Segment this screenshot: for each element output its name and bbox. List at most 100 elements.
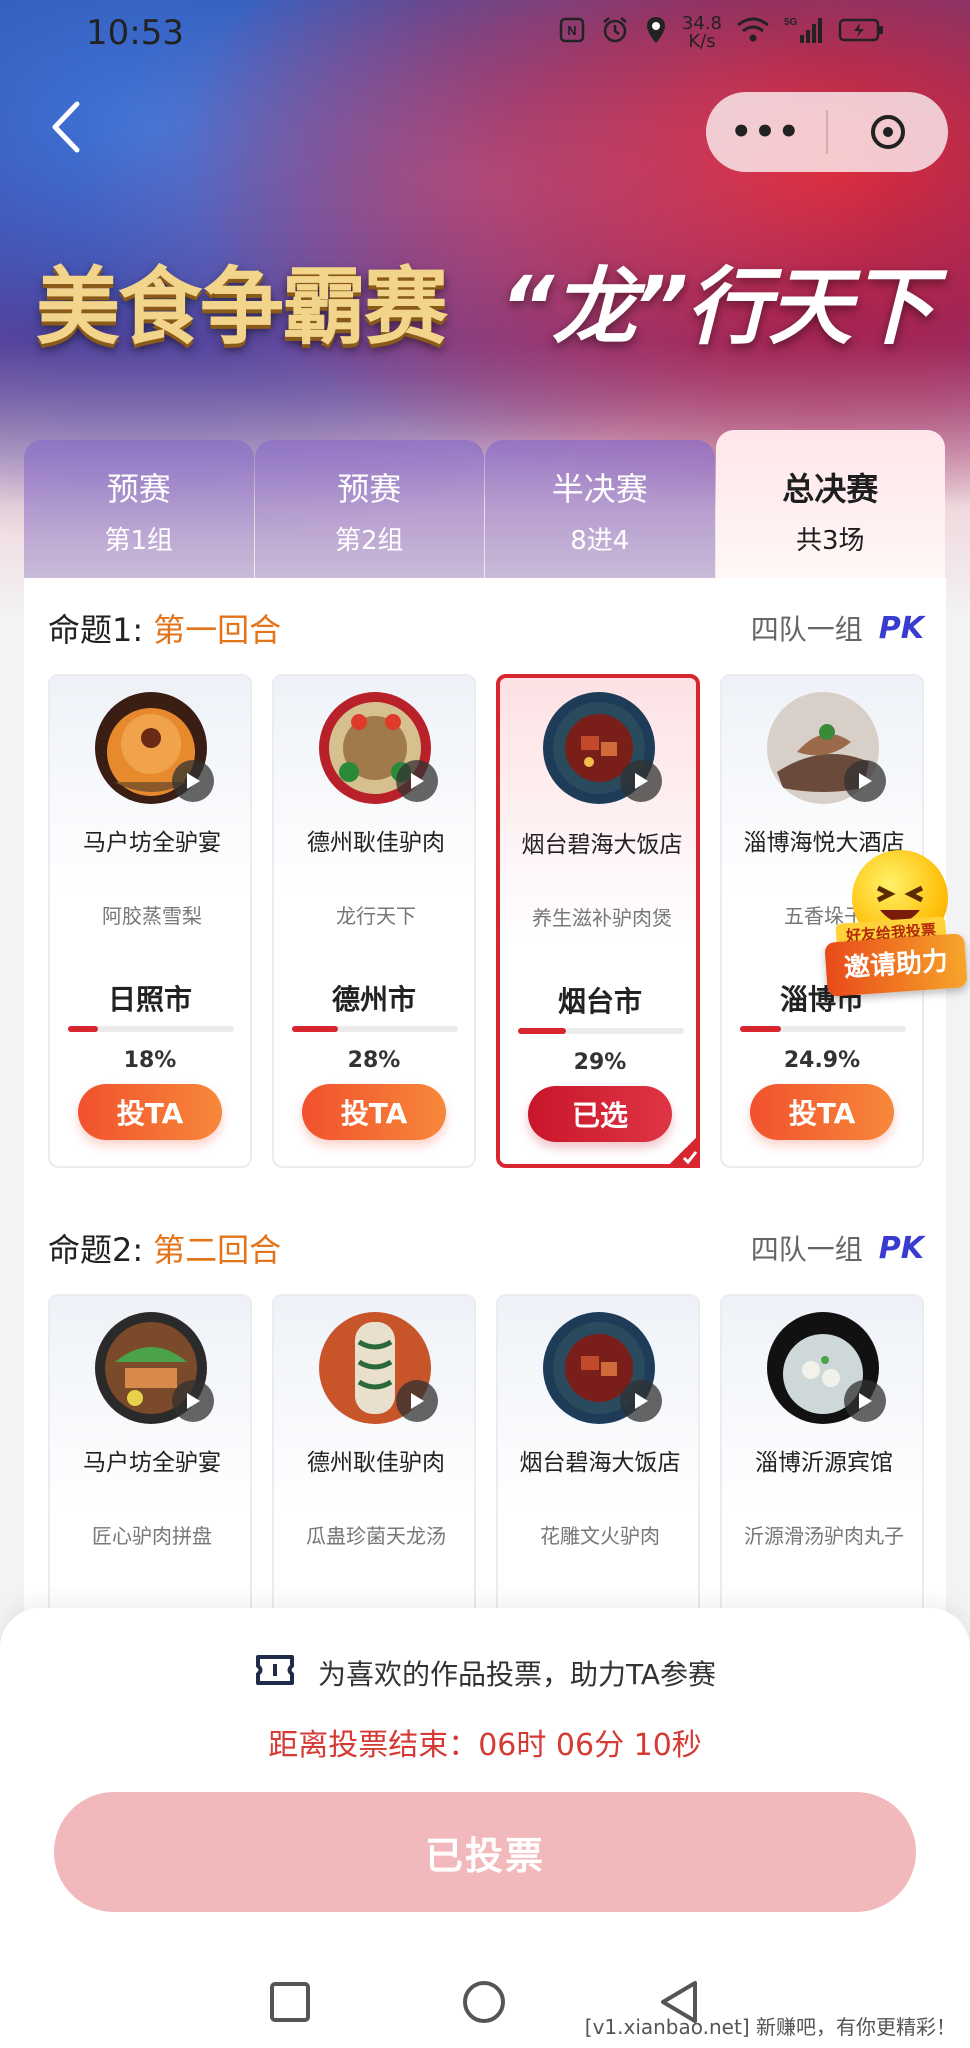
tab-sublabel: 8进4	[570, 526, 630, 556]
contestant-card[interactable]: 德州耿佳驴肉 龙行天下 德州市 28% 投TA	[272, 674, 476, 1168]
tab-label: 总决赛	[782, 470, 879, 508]
voted-button[interactable]: 已投票	[54, 1792, 916, 1912]
title-slogan: “龙”行天下	[500, 257, 934, 356]
contestant-card-selected[interactable]: 烟台碧海大饭店 养生滋补驴肉煲 烟台市 29% 已选	[496, 674, 700, 1168]
mini-program-capsule: •••	[706, 92, 948, 172]
play-icon[interactable]	[172, 760, 214, 802]
match-panel: 命题1: 第一回合 四队一组 PK 马户坊全驴宴 阿胶蒸雪梨 日照市 18% 投…	[24, 578, 946, 1788]
back-button[interactable]	[36, 92, 96, 162]
battery-icon	[838, 17, 884, 50]
speed-unit: K/s	[688, 31, 716, 52]
restaurant-name: 马户坊全驴宴	[83, 830, 221, 856]
restaurant-name: 淄博沂源宾馆	[755, 1450, 893, 1476]
vote-button[interactable]: 投TA	[302, 1084, 446, 1140]
vote-progress	[292, 1026, 458, 1032]
vote-progress-fill	[518, 1028, 567, 1034]
section-round: 第一回合	[153, 611, 282, 649]
city-name: 日照市	[107, 983, 192, 1016]
check-corner-icon	[666, 1134, 700, 1168]
vote-progress-fill	[68, 1026, 98, 1032]
vote-button[interactable]: 投TA	[750, 1084, 894, 1140]
vote-percent: 28%	[347, 1048, 401, 1073]
section-prefix: 命题2:	[48, 1231, 144, 1269]
chevron-left-icon	[52, 101, 80, 153]
dish-name: 瓜蛊珍菌天龙汤	[306, 1524, 446, 1548]
ticket-icon	[254, 1653, 296, 1694]
vote-progress	[68, 1026, 234, 1032]
section-header-2: 命题2: 第二回合 四队一组 PK	[48, 1218, 924, 1278]
play-icon[interactable]	[172, 1380, 214, 1422]
vote-progress-fill	[740, 1026, 782, 1032]
tab-label: 预赛	[106, 470, 171, 508]
play-icon[interactable]	[396, 1380, 438, 1422]
home-button[interactable]	[461, 1979, 507, 2029]
vote-progress-fill	[292, 1026, 339, 1032]
location-icon	[644, 15, 668, 52]
group-text: 四队一组	[750, 613, 863, 646]
tab-sublabel: 第1组	[104, 526, 174, 556]
hero-title: 美食争霸赛 “龙”行天下	[36, 230, 936, 370]
invite-helper-badge[interactable]: 好友给我投票 邀请助力	[824, 850, 968, 1010]
pk-badge: PK	[878, 1230, 924, 1266]
tab-prelim-2[interactable]: 预赛 第2组	[254, 440, 484, 580]
svg-text:5G: 5G	[784, 17, 798, 28]
vote-percent: 18%	[123, 1048, 177, 1073]
group-text: 四队一组	[750, 1233, 863, 1266]
restaurant-name: 烟台碧海大饭店	[519, 1450, 681, 1476]
play-icon[interactable]	[620, 760, 662, 802]
play-icon[interactable]	[396, 760, 438, 802]
helper-label: 邀请助力	[824, 933, 968, 997]
play-icon[interactable]	[844, 1380, 886, 1422]
play-icon[interactable]	[620, 1380, 662, 1422]
section-1-cards: 马户坊全驴宴 阿胶蒸雪梨 日照市 18% 投TA 德州耿佳驴肉 龙行天下 德州市…	[48, 674, 924, 1168]
tab-label: 半决赛	[551, 470, 648, 508]
more-button[interactable]: •••	[706, 112, 826, 152]
restaurant-name: 马户坊全驴宴	[83, 1450, 221, 1476]
tab-semifinal[interactable]: 半决赛 8进4	[485, 440, 715, 580]
svg-text:N: N	[567, 23, 576, 38]
signal-icon: 5G	[784, 15, 824, 52]
vote-tip-text: 为喜欢的作品投票，助力TA参赛	[317, 1658, 717, 1691]
contestant-card[interactable]: 马户坊全驴宴 阿胶蒸雪梨 日照市 18% 投TA	[48, 674, 252, 1168]
vote-progress	[518, 1028, 684, 1034]
dish-name: 阿胶蒸雪梨	[102, 904, 202, 928]
tab-final[interactable]: 总决赛 共3场	[715, 430, 945, 580]
close-button[interactable]	[828, 113, 948, 151]
wifi-icon	[736, 16, 770, 51]
status-time: 10:53	[86, 13, 184, 53]
nfc-icon: N	[558, 16, 586, 51]
section-header-1: 命题1: 第一回合 四队一组 PK	[48, 598, 924, 658]
vote-percent: 24.9%	[783, 1048, 861, 1073]
status-bar: 10:53 N 34.8 K/s 5G	[0, 0, 970, 66]
recent-apps-button[interactable]	[269, 1981, 311, 2027]
vote-tip: 为喜欢的作品投票，助力TA参赛	[0, 1648, 970, 1698]
tab-prelim-1[interactable]: 预赛 第1组	[24, 440, 254, 580]
pk-badge: PK	[878, 610, 924, 646]
city-name: 德州市	[331, 983, 416, 1016]
restaurant-name: 德州耿佳驴肉	[307, 830, 445, 856]
alarm-icon	[600, 15, 630, 52]
dish-name: 养生滋补驴肉煲	[532, 906, 672, 930]
vote-percent: 29%	[573, 1050, 627, 1075]
play-icon[interactable]	[844, 760, 886, 802]
section-prefix: 命题1:	[48, 611, 144, 649]
restaurant-name: 德州耿佳驴肉	[307, 1450, 445, 1476]
tab-label: 预赛	[337, 470, 402, 508]
network-speed: 34.8 K/s	[682, 15, 722, 51]
vote-button[interactable]: 投TA	[78, 1084, 222, 1140]
round-tabs: 预赛 第1组 预赛 第2组 半决赛 8进4 总决赛 共3场	[24, 430, 946, 580]
tab-sublabel: 第2组	[334, 526, 404, 556]
city-name: 烟台市	[557, 985, 642, 1018]
square-icon	[270, 1982, 310, 2022]
dish-name: 花雕文火驴肉	[540, 1524, 660, 1548]
vote-progress	[740, 1026, 906, 1032]
status-icons: N 34.8 K/s 5G	[558, 15, 884, 52]
close-circle-icon	[871, 115, 905, 149]
selected-button[interactable]: 已选	[528, 1086, 672, 1142]
dish-name: 沂源滑汤驴肉丸子	[744, 1524, 904, 1548]
countdown-text: 距离投票结束：06时 06分 10秒	[268, 1728, 702, 1763]
watermark-text: [v1.xianbao.net] 新赚吧，有你更精彩！	[584, 2015, 956, 2039]
tab-sublabel: 共3场	[795, 526, 865, 556]
restaurant-name: 烟台碧海大饭店	[521, 832, 683, 858]
dish-name: 匠心驴肉拼盘	[92, 1524, 212, 1548]
